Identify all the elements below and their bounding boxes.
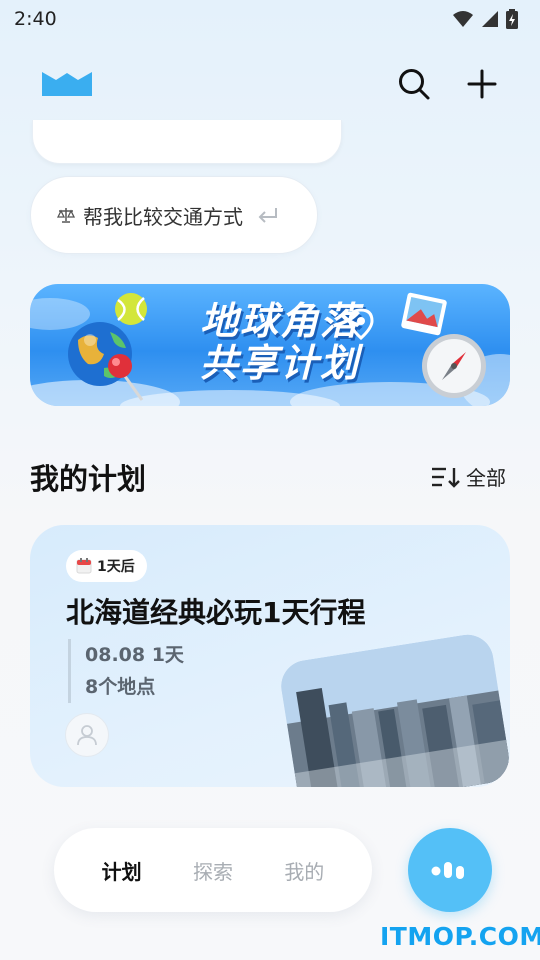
status-time: 2:40 <box>14 8 57 30</box>
compass-icon <box>422 334 486 398</box>
plan-badge-text: 1天后 <box>97 559 135 575</box>
plan-card[interactable]: 1天后 北海道经典必玩1天行程 08.08 1天 8个地点 <box>30 525 510 787</box>
promo-banner[interactable]: 地球角落 共享计划 <box>30 284 510 406</box>
suggestion-chip[interactable]: 帮我比较交通方式 <box>30 176 318 254</box>
assistant-fab-button[interactable] <box>408 828 492 912</box>
avatar[interactable] <box>65 713 109 757</box>
battery-icon <box>506 9 518 29</box>
banner-line2: 共享计划 <box>199 341 360 385</box>
sort-icon <box>432 467 460 488</box>
plan-badge: 1天后 <box>66 550 147 582</box>
location-pin-icon <box>348 308 374 340</box>
enter-icon <box>258 208 277 223</box>
bottom-tab-bar: 计划 探索 我的 <box>54 828 372 912</box>
sort-all-label: 全部 <box>466 466 506 490</box>
suggestion-text: 帮我比较交通方式 <box>83 204 243 229</box>
wifi-icon <box>453 11 473 27</box>
city-skyline-image <box>277 631 510 787</box>
app-header <box>0 56 540 112</box>
section-title: 我的计划 <box>30 462 147 496</box>
scale-icon <box>57 208 75 223</box>
plan-cover-photo <box>277 631 510 787</box>
status-bar: 2:40 <box>0 0 540 38</box>
tab-mine[interactable]: 我的 <box>284 856 324 885</box>
watermark: ITMOP.COM <box>380 922 540 951</box>
status-icons <box>452 9 518 29</box>
plan-date-days: 08.08 1天 <box>85 644 184 666</box>
plan-title: 北海道经典必玩1天行程 <box>66 596 366 629</box>
sort-all-button[interactable]: 全部 <box>430 462 506 491</box>
pin-icon <box>108 354 144 401</box>
dots-icon <box>431 862 464 879</box>
suggestion-chip-partial[interactable] <box>32 120 342 164</box>
cell-signal-icon <box>482 11 498 27</box>
add-button[interactable] <box>462 64 502 104</box>
search-icon <box>399 69 430 100</box>
plan-places: 8个地点 <box>85 676 156 698</box>
plan-meta: 08.08 1天 8个地点 <box>68 639 184 703</box>
user-icon <box>77 725 97 746</box>
calendar-icon <box>76 558 92 574</box>
search-button[interactable] <box>394 64 434 104</box>
app-logo <box>42 72 92 96</box>
plus-icon <box>467 69 497 99</box>
tab-explore[interactable]: 探索 <box>193 856 233 885</box>
tab-plan[interactable]: 计划 <box>102 856 142 885</box>
tennis-ball-icon <box>115 293 147 325</box>
